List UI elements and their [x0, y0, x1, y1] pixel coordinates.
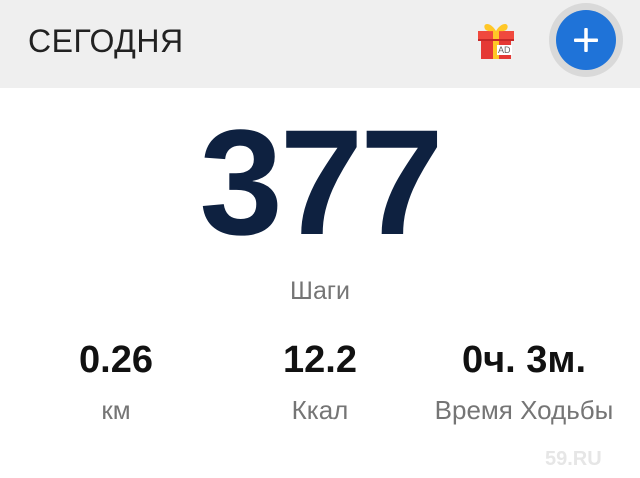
walking-time-value: 0ч. 3м.	[461, 339, 587, 381]
distance-value: 0.26	[79, 339, 153, 381]
walking-time-stat: 0ч. 3м. Время Ходьбы	[424, 336, 624, 426]
step-count: 377	[199, 98, 443, 266]
top-app-bar: СЕГОДНЯ AD	[0, 0, 640, 88]
calories-unit: Ккал	[291, 395, 349, 425]
plus-icon	[574, 28, 598, 52]
calories-stat: 12.2 Ккал	[220, 336, 420, 426]
page-title: СЕГОДНЯ	[28, 23, 184, 59]
step-count-label: Шаги	[290, 277, 350, 305]
distance-unit: км	[101, 395, 131, 425]
distance-stat: 0.26 км	[16, 336, 216, 426]
ad-badge: AD	[497, 45, 512, 55]
watermark: 59.RU	[545, 448, 602, 470]
walking-time-label: Время Ходьбы	[434, 395, 614, 425]
calories-value: 12.2	[283, 339, 357, 381]
add-button[interactable]	[556, 10, 616, 70]
